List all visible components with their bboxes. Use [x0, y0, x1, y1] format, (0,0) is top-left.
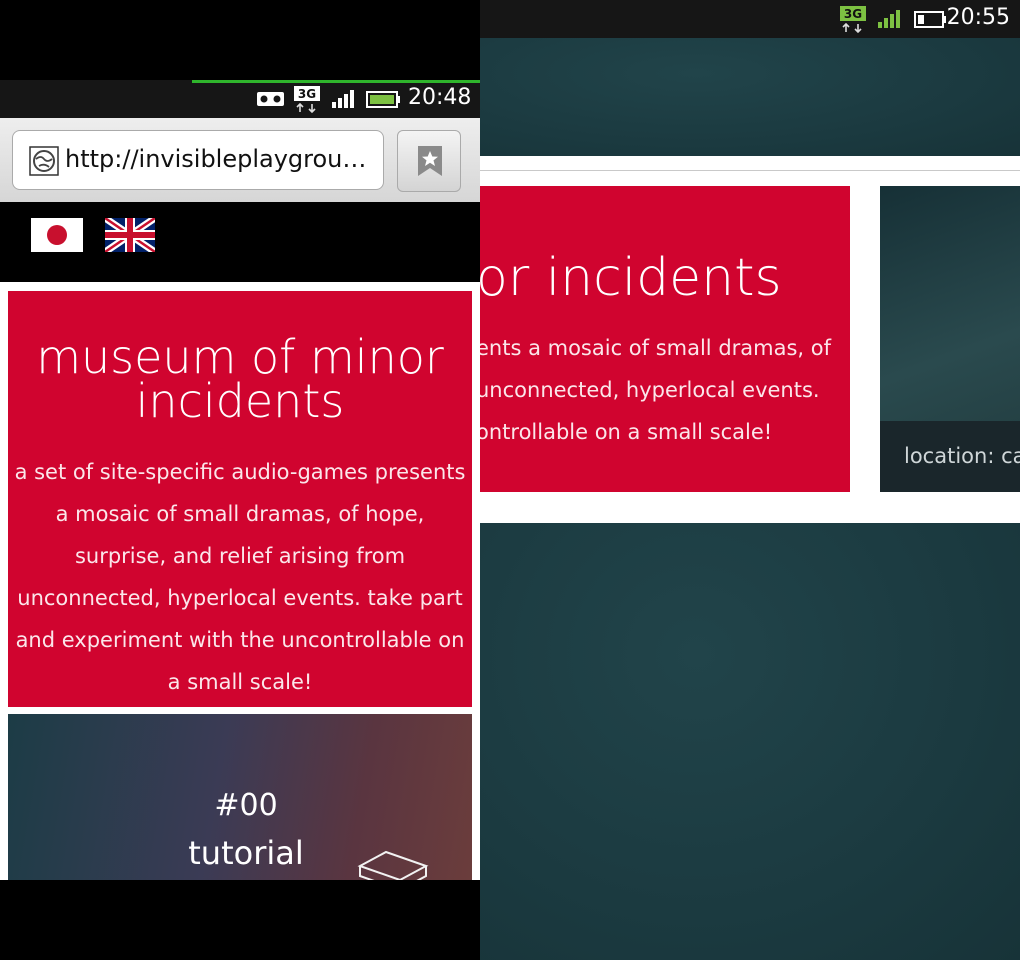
battery-icon — [366, 91, 400, 108]
star-bookmark-icon — [418, 146, 442, 176]
card-line: ontrollable on a small scale! — [480, 420, 773, 444]
intro-card: or incidents ents a mosaic of small dram… — [480, 186, 850, 492]
network-label: 3G — [844, 7, 862, 21]
game-tile[interactable]: location: car — [880, 186, 1020, 492]
card-line: ents a mosaic of small dramas, of — [480, 336, 832, 360]
game-number: #00 — [214, 788, 278, 823]
card-title: or incidents — [480, 248, 782, 308]
page-load-progress — [192, 80, 480, 83]
clock: 20:48 — [408, 85, 472, 110]
box-outline-icon — [357, 850, 429, 880]
card-line: unconnected, hyperlocal events. — [480, 378, 820, 402]
network-3g-icon: 3G — [840, 6, 866, 34]
hero-background — [480, 38, 1020, 156]
bookmark-button[interactable] — [397, 130, 461, 192]
clock: 20:55 — [946, 5, 1010, 30]
left-screenshot: 3G 20:48 http://invisibleplaygrou… museu… — [0, 0, 480, 960]
language-bar — [0, 202, 480, 282]
signal-strength-icon — [332, 90, 354, 108]
signal-strength-icon — [878, 10, 900, 28]
url-field[interactable]: http://invisibleplaygrou… — [12, 130, 384, 190]
game-tile-tutorial[interactable]: #00 tutorial — [8, 714, 472, 880]
voicemail-icon — [257, 92, 284, 106]
divider — [480, 170, 1020, 171]
globe-icon — [29, 146, 59, 176]
network-3g-icon: 3G — [294, 86, 320, 114]
japan-flag-icon[interactable] — [31, 218, 83, 252]
status-bar: 3G 20:48 — [0, 80, 480, 118]
card-description: a set of site-specific audio-games prese… — [14, 460, 466, 694]
status-bar: 3G 20:55 — [480, 0, 1020, 38]
intro-card: museum of minor incidents a set of site-… — [8, 291, 472, 707]
background-panel — [480, 523, 1020, 960]
network-label: 3G — [298, 87, 316, 101]
url-text: http://invisibleplaygrou… — [65, 145, 367, 173]
uk-flag-icon[interactable] — [105, 218, 155, 252]
battery-icon — [914, 11, 946, 28]
right-screenshot: 3G 20:55 or incidents ents a mosaic of s… — [480, 0, 1020, 960]
location-label: location: car — [904, 444, 1020, 468]
card-title: museum of minor incidents — [36, 330, 444, 428]
screen-bottom — [0, 880, 480, 960]
